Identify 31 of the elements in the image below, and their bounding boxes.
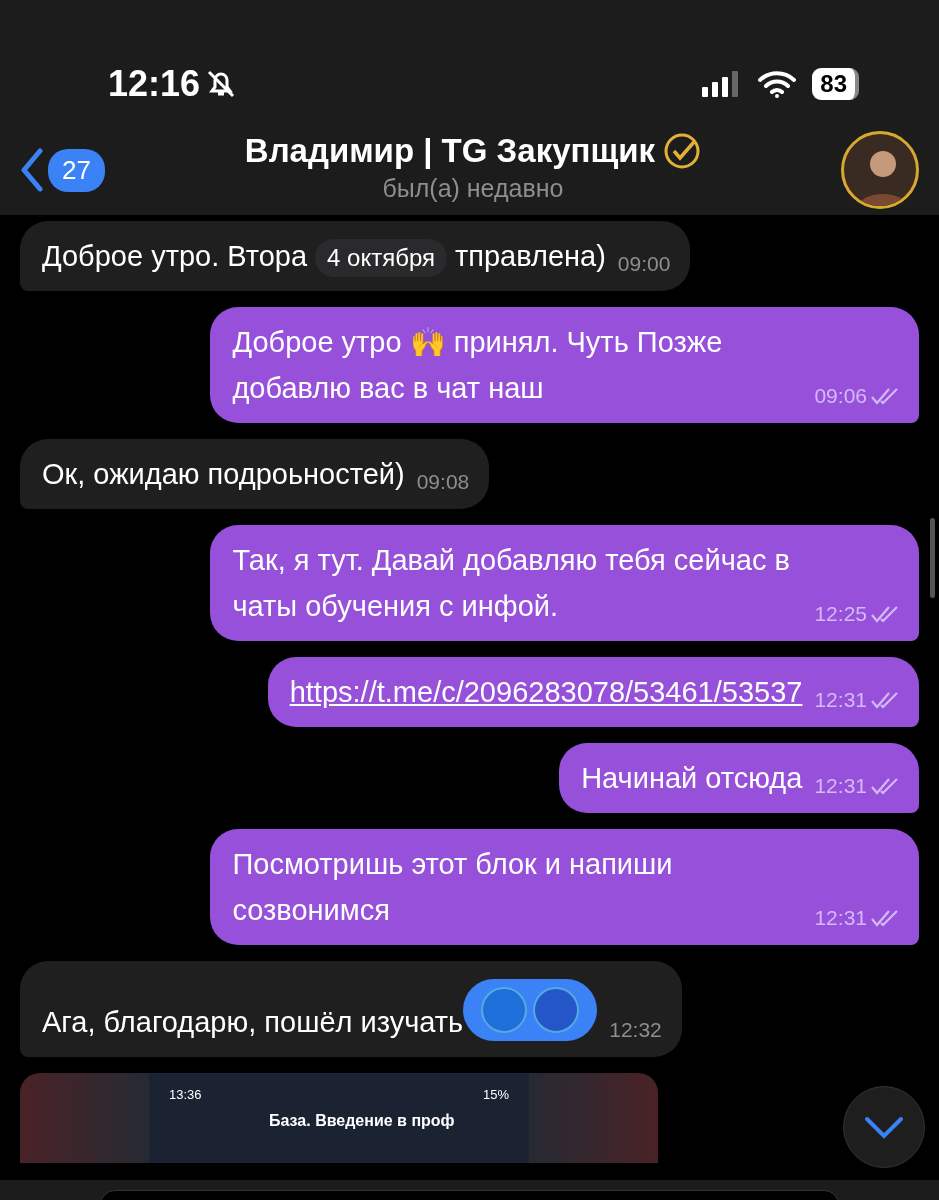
message-time: 12:32	[609, 1017, 662, 1043]
message-text: Ок, ожидаю подроьностей)	[42, 458, 405, 490]
message-text: Посмотришь этот блок и напиши созвонимся	[232, 848, 673, 926]
chevron-down-icon	[864, 1115, 904, 1139]
message-time: 12:31	[814, 773, 867, 799]
message-text: Ага, благодарю, пошёл изучать	[42, 1006, 464, 1038]
message-time: 09:06	[814, 383, 867, 409]
message-text: Начинай отсюда	[581, 762, 803, 794]
message-link[interactable]: https://t.me/c/2096283078/53461/53537	[289, 676, 803, 708]
message-time: 12:25	[814, 601, 867, 627]
message-time: 09:00	[617, 251, 671, 277]
message-text: тправлена)	[455, 240, 606, 272]
clock: 12:16	[108, 61, 201, 106]
date-badge: 4 октября	[315, 239, 447, 277]
message-text: Доброе утро. Втора	[42, 240, 308, 272]
message-text: Доброе утро 🙌 принял. Чуть Позже добавлю вас в чат наш	[232, 326, 723, 404]
message-time: 09:08	[416, 469, 470, 495]
message-text: Так, я тут. Давай добавляю тебя сейчас в чаты обучения с инфой.	[232, 544, 790, 622]
message-time: 12:31	[814, 687, 867, 713]
screenshot-battery: 15%	[482, 1086, 509, 1104]
reactor-avatar	[533, 987, 580, 1033]
screenshot-title: База. Введение в проф	[268, 1110, 456, 1131]
screenshot-time: 13:36	[169, 1086, 202, 1104]
battery-indicator: 83	[812, 67, 859, 100]
back-icon[interactable]	[20, 148, 44, 192]
chat-title[interactable]: Владимир | TG Закупщик	[244, 133, 656, 170]
unread-count-badge[interactable]: 27	[48, 148, 105, 192]
reactor-avatar	[481, 987, 528, 1033]
message-time: 12:31	[814, 905, 867, 931]
last-seen-status: был(а) недавно	[381, 173, 565, 205]
wifi-icon	[758, 69, 797, 98]
